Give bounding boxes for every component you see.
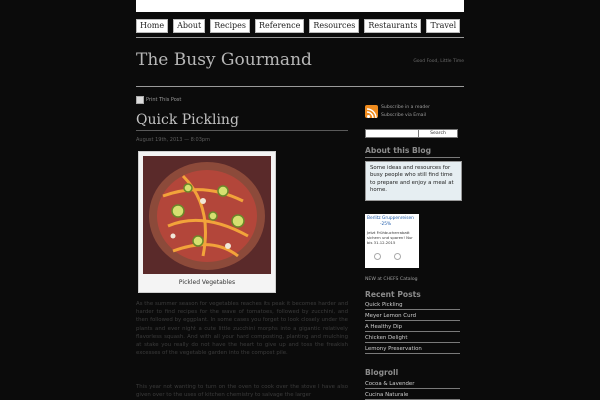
recent-post-link[interactable]: Lemony Preservation <box>365 346 460 354</box>
header-divider-bottom <box>136 86 464 87</box>
about-heading: About this Blog <box>365 146 432 155</box>
recent-posts-heading: Recent Posts <box>365 290 421 299</box>
figure-caption: Pickled Vegetables <box>178 279 236 286</box>
ad-dot-2[interactable] <box>394 253 401 260</box>
recent-post-link[interactable]: Quick Pickling <box>365 302 460 310</box>
ad-banner[interactable]: Berlitz Gruppenreisen -25% Jetzt Frühbuc… <box>365 214 419 268</box>
nav-travel[interactable]: Travel <box>426 19 461 33</box>
recent-post-link[interactable]: A Healthy Dip <box>365 324 460 332</box>
top-bar <box>136 0 464 12</box>
about-divider <box>365 157 460 158</box>
search-button[interactable]: Search <box>418 129 458 138</box>
printer-icon <box>136 96 144 104</box>
post-paragraph-2: This year not wanting to turn on the ove… <box>136 384 348 399</box>
nav-home[interactable]: Home <box>136 19 169 33</box>
print-link[interactable]: Print This Post <box>136 96 181 104</box>
blogroll-link[interactable]: Cocoa & Lavender <box>365 381 460 389</box>
ad-dot-1[interactable] <box>374 253 381 260</box>
nav-recipes[interactable]: Recipes <box>210 19 250 33</box>
subscribe-reader-link[interactable]: Subscribe in a reader <box>381 105 430 110</box>
catalog-link[interactable]: NEW at CHEFS Catalog <box>365 277 418 282</box>
nav-restaurants[interactable]: Restaurants <box>364 19 422 33</box>
ad-line-1: Berlitz Gruppenreisen <box>367 216 414 221</box>
recent-post-link[interactable]: Meyer Lemon Curd <box>365 313 460 321</box>
nav-reference[interactable]: Reference <box>254 19 305 33</box>
post-date: August 19th, 2013 — 8:03pm <box>136 137 210 143</box>
pickled-vegetables-photo <box>143 156 271 274</box>
print-label: Print This Post <box>146 97 182 103</box>
nav-resources[interactable]: Resources <box>309 19 360 33</box>
blogroll-link[interactable]: Cucina Naturale <box>365 392 460 400</box>
post-paragraph-1: As the summer season for vegetables reac… <box>136 301 348 357</box>
site-title[interactable]: The Busy Gourmand <box>136 50 312 70</box>
recent-post-link[interactable]: Chicken Delight <box>365 335 460 343</box>
post-title[interactable]: Quick Pickling <box>136 112 239 128</box>
site-tagline: Good Food, Little Time <box>413 59 464 64</box>
blogroll-heading: Blogroll <box>365 368 399 377</box>
header-divider-top <box>136 37 464 38</box>
nav-about[interactable]: About <box>173 19 206 33</box>
ad-line-2: -25% <box>380 222 392 227</box>
rss-feed-icon[interactable] <box>365 105 378 119</box>
post-figure: Pickled Vegetables <box>138 151 276 293</box>
subscribe-email-link[interactable]: Subscribe via Email <box>381 113 426 118</box>
about-text: Some ideas and resources for busy people… <box>365 161 462 201</box>
ad-line-5: bis 31.12.2015 <box>367 240 396 245</box>
main-nav: Home About Recipes Reference Resources R… <box>136 19 461 33</box>
post-title-divider <box>136 130 348 131</box>
